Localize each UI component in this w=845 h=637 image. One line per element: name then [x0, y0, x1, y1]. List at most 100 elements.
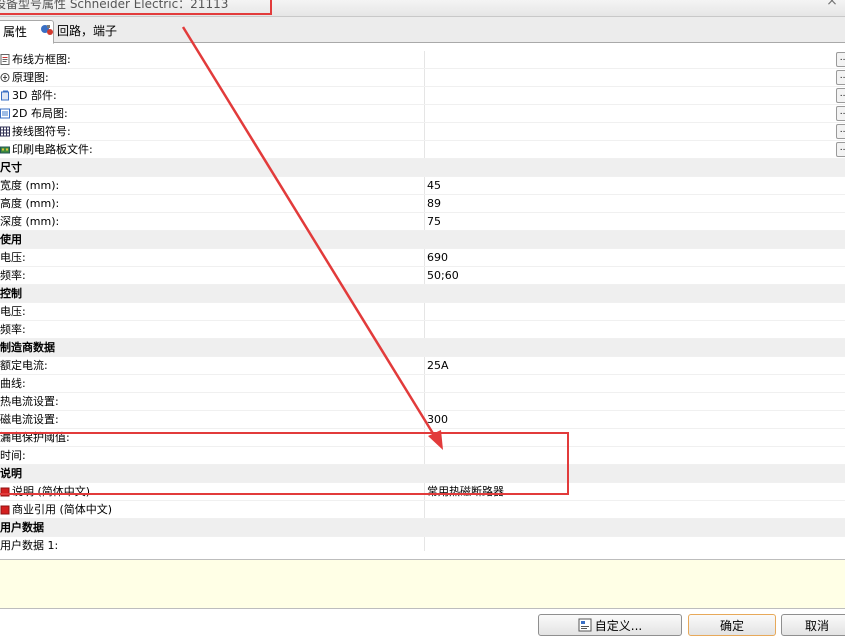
- property-value[interactable]: 690: [427, 249, 807, 266]
- property-value[interactable]: 89: [427, 195, 807, 212]
- property-value[interactable]: [427, 69, 807, 86]
- property-row[interactable]: 2D 布局图:...: [0, 105, 845, 123]
- property-name: 频率:: [0, 267, 425, 284]
- property-name: 深度 (mm):: [0, 213, 425, 230]
- property-value[interactable]: 25A: [427, 357, 807, 374]
- 3d-part-icon: [0, 89, 12, 102]
- property-value[interactable]: 50;60: [427, 267, 807, 284]
- property-value[interactable]: [427, 537, 807, 551]
- property-row[interactable]: 接线图符号:...: [0, 123, 845, 141]
- property-row[interactable]: 频率:: [0, 321, 845, 339]
- property-row[interactable]: 宽度 (mm): 45: [0, 177, 845, 195]
- cancel-label: 取消: [804, 619, 829, 633]
- property-name-text: 热电流设置:: [0, 395, 59, 408]
- customize-button[interactable]: 自定义...: [538, 614, 682, 636]
- property-row[interactable]: 商业引用 (简体中文): [0, 501, 845, 519]
- property-name: 热电流设置:: [0, 393, 425, 410]
- property-name-text: 频率:: [0, 269, 26, 282]
- property-row[interactable]: 3D 部件:...: [0, 87, 845, 105]
- browse-button[interactable]: ...: [836, 142, 845, 157]
- property-row[interactable]: 频率: 50;60: [0, 267, 845, 285]
- property-name: 磁电流设置:: [0, 411, 425, 428]
- category-header: 使用: [0, 231, 845, 249]
- property-row[interactable]: 高度 (mm): 89: [0, 195, 845, 213]
- property-row[interactable]: 磁电流设置: 300: [0, 411, 845, 429]
- property-name: 电压:: [0, 249, 425, 266]
- property-name-text: 原理图:: [12, 71, 49, 84]
- property-row[interactable]: 曲线:: [0, 375, 845, 393]
- property-name-text: 频率:: [0, 323, 26, 336]
- property-name-text: 电压:: [0, 305, 26, 318]
- property-value[interactable]: [427, 141, 807, 158]
- pcb-icon: [0, 143, 12, 156]
- property-name: 电压:: [0, 303, 425, 320]
- property-name-text: 控制: [0, 287, 22, 300]
- property-name: 高度 (mm):: [0, 195, 425, 212]
- property-row[interactable]: 电压:: [0, 303, 845, 321]
- close-icon[interactable]: ×: [823, 0, 841, 8]
- browse-button[interactable]: ...: [836, 124, 845, 139]
- property-name: 制造商数据: [0, 339, 424, 356]
- document-icon: [0, 53, 12, 66]
- ok-label: 确定: [719, 619, 744, 633]
- property-row[interactable]: 用户数据 1:: [0, 537, 845, 551]
- property-row[interactable]: 印刷电路板文件:...: [0, 141, 845, 159]
- flag-icon: [0, 503, 12, 516]
- property-value[interactable]: 75: [427, 213, 807, 230]
- property-value[interactable]: [427, 501, 807, 518]
- property-name-text: 制造商数据: [0, 341, 55, 354]
- property-value[interactable]: [427, 51, 807, 68]
- tab-label: 属性: [3, 25, 28, 39]
- property-name-text: 额定电流:: [0, 359, 48, 372]
- customize-label: 自定义...: [594, 619, 643, 633]
- property-name-text: 高度 (mm):: [0, 197, 60, 210]
- property-name: 用户数据 1:: [0, 537, 425, 551]
- property-name: 使用: [0, 231, 424, 248]
- category-header: 制造商数据: [0, 339, 845, 357]
- property-name: 3D 部件:: [0, 87, 425, 104]
- property-name-text: 磁电流设置:: [0, 413, 59, 426]
- property-name-text: 曲线:: [0, 377, 26, 390]
- property-name: 曲线:: [0, 375, 425, 392]
- property-name: 2D 布局图:: [0, 105, 425, 122]
- cancel-button[interactable]: 取消: [781, 614, 845, 636]
- property-value[interactable]: [427, 393, 807, 410]
- ok-button[interactable]: 确定: [688, 614, 776, 636]
- property-value[interactable]: [427, 105, 807, 122]
- schematic-icon: [0, 71, 12, 84]
- property-value[interactable]: [427, 303, 807, 320]
- property-row[interactable]: 电压: 690: [0, 249, 845, 267]
- browse-button[interactable]: ...: [836, 88, 845, 103]
- property-name: 原理图:: [0, 69, 425, 86]
- property-name: 频率:: [0, 321, 425, 338]
- browse-button[interactable]: ...: [836, 106, 845, 121]
- property-name: 额定电流:: [0, 357, 425, 374]
- 2d-layout-icon: [0, 107, 12, 120]
- property-name: 宽度 (mm):: [0, 177, 425, 194]
- property-value[interactable]: [427, 87, 807, 104]
- category-header: 控制: [0, 285, 845, 303]
- title-highlight-box: [0, 0, 272, 15]
- property-row[interactable]: 热电流设置:: [0, 393, 845, 411]
- property-name-text: 深度 (mm):: [0, 215, 60, 228]
- property-value[interactable]: [427, 375, 807, 392]
- category-header: 尺寸: [0, 159, 845, 177]
- browse-button[interactable]: ...: [836, 52, 845, 67]
- property-row[interactable]: 深度 (mm): 75: [0, 213, 845, 231]
- property-row[interactable]: 布线方框图:...: [0, 51, 845, 69]
- browse-button[interactable]: ...: [836, 70, 845, 85]
- property-value[interactable]: [427, 123, 807, 140]
- property-row[interactable]: 额定电流: 25A: [0, 357, 845, 375]
- property-name-text: 商业引用 (简体中文): [12, 503, 113, 516]
- property-value[interactable]: [427, 321, 807, 338]
- description-highlight-box: [0, 432, 569, 495]
- property-row[interactable]: 原理图:...: [0, 69, 845, 87]
- property-name: 布线方框图:: [0, 51, 425, 68]
- property-name-text: 尺寸: [0, 161, 22, 174]
- property-value[interactable]: 45: [427, 177, 807, 194]
- circuit-icon: [41, 25, 53, 35]
- property-name-text: 接线图符号:: [12, 125, 71, 138]
- property-value[interactable]: 300: [427, 411, 807, 428]
- tab-bar: 属性 回路，端子: [0, 17, 845, 44]
- tab-circuits-terminals[interactable]: 回路，端子: [36, 20, 121, 42]
